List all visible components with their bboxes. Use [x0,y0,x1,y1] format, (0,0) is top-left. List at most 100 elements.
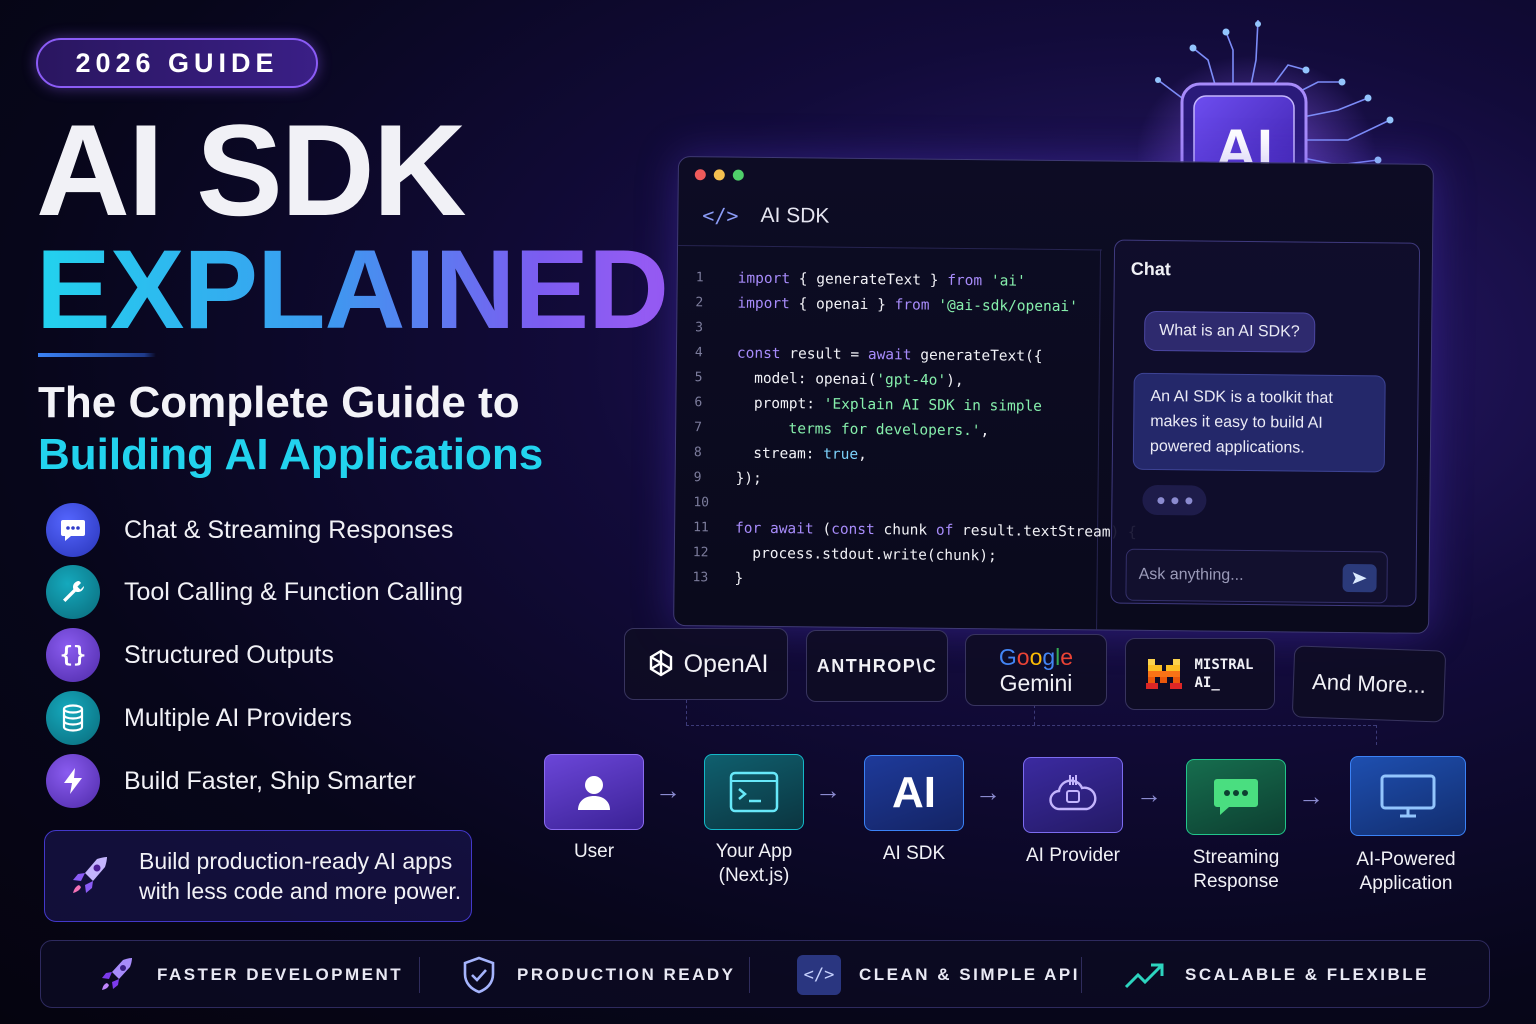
provider-name: MISTRAL [1194,657,1254,673]
connector-line [1034,705,1035,725]
line-number: 3 [695,320,704,336]
divider [678,245,1103,251]
flow-user-node [544,754,644,830]
provider-name: ANTHROP\C [816,655,938,676]
line-number: 6 [694,395,703,411]
flow-label: Your App (Next.js) [715,841,793,886]
close-dot-icon[interactable] [694,169,706,181]
provider-mistral[interactable]: MISTRAL AI_ [1125,638,1275,710]
feature-label: Tool Calling & Function Calling [124,577,464,606]
line-number: 2 [695,295,704,311]
code-text: import { openai } from '@ai-sdk/openai' [737,295,1079,315]
promo-line2: with less code and more power. [139,878,462,904]
page-title-line1: AI SDK [36,97,467,243]
guide-badge: 2026 GUIDE [36,38,318,88]
connector-line [1376,725,1377,745]
lightning-icon [46,754,100,808]
arrow-right-icon: → [1298,781,1324,811]
benefit-label: PRODUCTION READY [517,965,736,984]
line-number: 10 [693,495,710,511]
line-number: 1 [695,270,704,286]
arrow-right-icon: → [815,775,841,805]
monitor-icon [1380,774,1436,818]
maximize-dot-icon[interactable] [732,169,744,181]
benefit-label: SCALABLE & FLEXIBLE [1185,965,1429,984]
flow-label: Streaming Response [1192,847,1280,892]
code-text: } [734,570,744,587]
benefit-item: FASTER DEVELOPMENT [97,941,403,1009]
minimize-dot-icon[interactable] [713,169,725,181]
line-number: 8 [693,445,702,461]
code-text: }); [735,470,762,487]
openai-logo-icon [649,649,672,677]
divider [749,957,750,993]
code-icon: </> [797,955,841,995]
arrow-right-icon: → [1136,779,1162,809]
provider-anthropic[interactable]: ANTHROP\C [806,630,948,702]
cloud-chip-icon [1049,775,1097,811]
feature-item: Chat & Streaming Responses [46,502,453,558]
code-text: stream: true, [735,445,867,463]
code-text: terms for developers.', [736,420,990,439]
benefit-item: SCALABLE & FLEXIBLE [1123,941,1429,1009]
feature-label: Multiple AI Providers [124,703,352,732]
terminal-window-icon [729,771,779,813]
flow-label: User [573,841,615,862]
chat-bubble-icon [46,503,100,557]
code-line: 13} [692,565,1136,595]
line-number: 11 [693,520,709,536]
database-icon [46,691,100,745]
chat-input-box [1125,548,1388,604]
divider [1081,957,1082,993]
flow-label: AI SDK [882,843,946,864]
feature-label: Chat & Streaming Responses [124,515,454,544]
provider-name: OpenAI [683,649,769,678]
code-text: prompt: 'Explain AI SDK in simple [736,395,1043,415]
subtitle-line2: Building AI Applications [38,430,544,479]
promo-box: Build production-ready AI apps with less… [44,830,472,922]
provider-name-top: Google [998,644,1074,670]
mistral-logo-icon [1146,659,1183,689]
arrow-right-icon: → [655,775,681,805]
benefits-bar: FASTER DEVELOPMENT PRODUCTION READY </> … [40,940,1490,1008]
provider-name-suffix: AI_ [1194,675,1220,691]
rocket-icon [73,857,107,893]
flow-application-node [1350,756,1466,836]
line-number: 12 [692,545,709,561]
trend-up-icon [1124,963,1164,989]
arrow-right-icon: → [975,777,1001,807]
braces-icon: {} [46,628,100,682]
feature-item: {} Structured Outputs [46,627,334,683]
chat-title: Chat [1130,258,1171,280]
provider-gemini[interactable]: Google Gemini [965,634,1107,706]
connector-line [686,700,687,725]
window-controls [694,169,744,181]
flow-label: AI-Powered Application [1356,849,1456,894]
provider-name: Gemini [999,670,1073,696]
feature-item: Build Faster, Ship Smarter [46,753,416,809]
title-divider [38,353,156,357]
user-message: What is an AI SDK? [1143,310,1315,353]
editor-title-bar: </> AI SDK [702,203,829,228]
code-text: model: openai('gpt-4o'), [736,370,964,389]
subtitle-line1: The Complete Guide to [38,378,520,427]
line-number: 9 [693,470,702,486]
send-button[interactable] [1342,563,1377,593]
shield-check-icon [463,956,495,994]
provider-name: And More... [1311,669,1427,698]
line-number: 7 [694,420,703,436]
code-icon: </> [702,203,739,228]
connector-line [686,725,1376,726]
chat-input[interactable] [1138,562,1339,589]
code-text: for await (const chunk of result.textStr… [735,520,1137,541]
rocket-icon [102,958,132,990]
promo-line1: Build production-ready AI apps [139,848,453,874]
line-number: 13 [692,570,709,586]
user-icon [578,776,610,810]
benefit-label: CLEAN & SIMPLE API [859,965,1080,984]
provider-more[interactable]: And More... [1291,645,1447,723]
provider-openai[interactable]: OpenAI [624,628,788,700]
chat-dots-icon [1214,779,1258,815]
line-number: 4 [694,345,703,361]
wrench-icon [46,565,100,619]
